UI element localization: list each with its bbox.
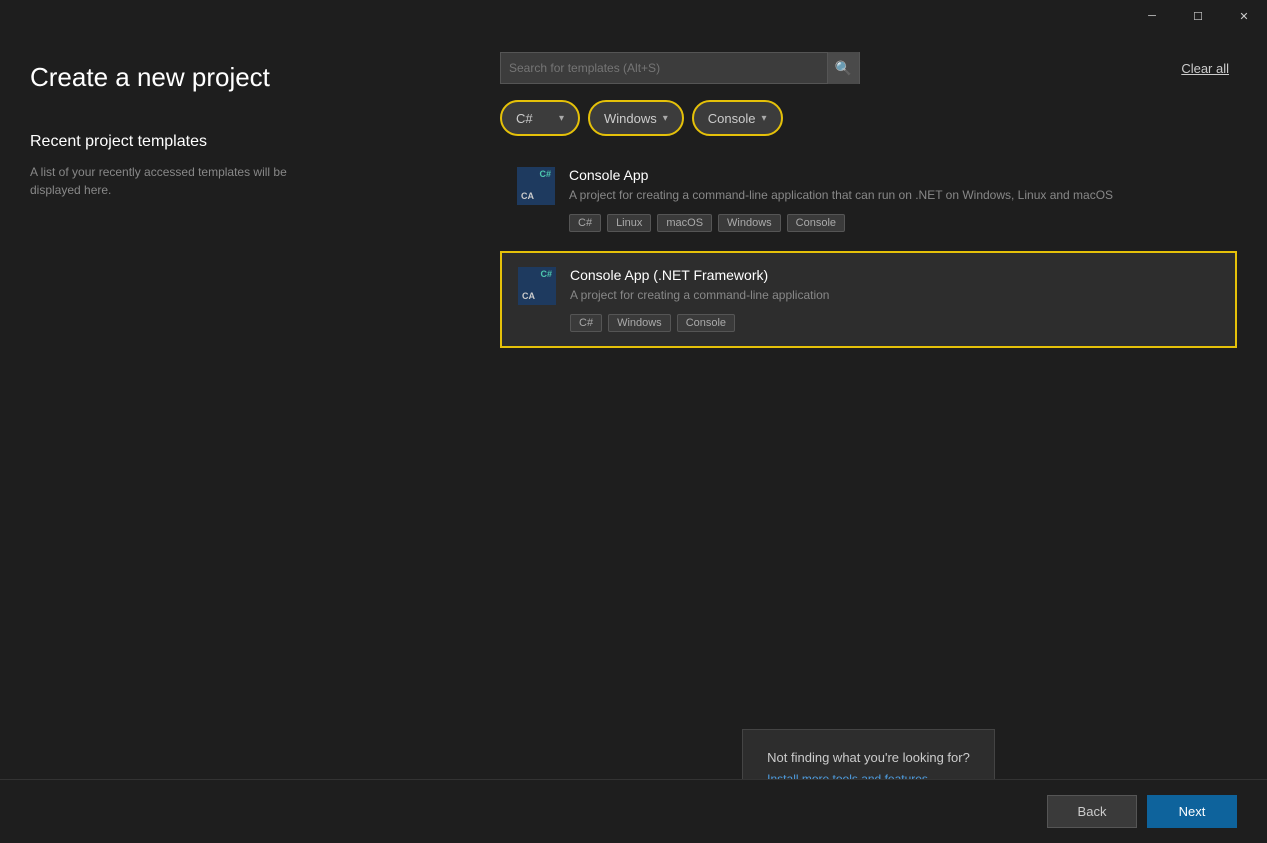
filter-row: C# ▾ Windows ▾ Console ▾	[500, 100, 1237, 136]
close-button[interactable]: ✕	[1221, 0, 1267, 32]
not-finding-title: Not finding what you're looking for?	[767, 750, 970, 765]
recent-templates-desc: A list of your recently accessed templat…	[30, 163, 310, 199]
template-item-console-app[interactable]: Console App A project for creating a com…	[500, 152, 1237, 247]
left-panel: Create a new project Recent project temp…	[0, 32, 490, 843]
recent-templates-title: Recent project templates	[30, 133, 460, 151]
template-tags-0: C# Linux macOS Windows Console	[569, 214, 1220, 232]
tag-macos-0: macOS	[657, 214, 712, 232]
tag-windows-0: Windows	[718, 214, 781, 232]
top-controls: 🔍 Clear all	[500, 52, 1237, 84]
minimize-button[interactable]: ─	[1129, 0, 1175, 32]
clear-all-button[interactable]: Clear all	[1173, 57, 1237, 80]
filter-language-label: C#	[516, 111, 533, 126]
filter-language[interactable]: C# ▾	[500, 100, 580, 136]
tag-console-0: Console	[787, 214, 845, 232]
main-layout: Create a new project Recent project temp…	[0, 0, 1267, 843]
next-button[interactable]: Next	[1147, 795, 1237, 828]
tag-linux-0: Linux	[607, 214, 651, 232]
filter-platform[interactable]: Windows ▾	[588, 100, 684, 136]
back-button[interactable]: Back	[1047, 795, 1137, 828]
template-desc-0: A project for creating a command-line ap…	[569, 187, 1220, 204]
template-info-console-framework: Console App (.NET Framework) A project f…	[570, 267, 1219, 332]
template-tags-1: C# Windows Console	[570, 314, 1219, 332]
search-input[interactable]	[501, 53, 827, 83]
template-list: Console App A project for creating a com…	[500, 152, 1237, 703]
template-desc-1: A project for creating a command-line ap…	[570, 287, 1219, 304]
filter-type-label: Console	[708, 111, 756, 126]
maximize-button[interactable]: ☐	[1175, 0, 1221, 32]
filter-platform-chevron: ▾	[663, 113, 668, 124]
template-info-console-app: Console App A project for creating a com…	[569, 167, 1220, 232]
tag-csharp-1: C#	[570, 314, 602, 332]
title-bar: ─ ☐ ✕	[1129, 0, 1267, 32]
filter-platform-label: Windows	[604, 111, 657, 126]
filter-type-chevron: ▾	[761, 113, 766, 124]
filter-language-chevron: ▾	[559, 113, 564, 124]
bottom-bar: Back Next	[0, 779, 1267, 843]
page-title: Create a new project	[30, 62, 460, 93]
search-row: 🔍	[500, 52, 860, 84]
tag-windows-1: Windows	[608, 314, 671, 332]
template-item-console-framework[interactable]: Console App (.NET Framework) A project f…	[500, 251, 1237, 348]
tag-console-1: Console	[677, 314, 735, 332]
search-box: 🔍	[500, 52, 860, 84]
filter-type[interactable]: Console ▾	[692, 100, 783, 136]
template-icon-console-framework	[518, 267, 556, 305]
search-button[interactable]: 🔍	[827, 52, 859, 84]
tag-csharp-0: C#	[569, 214, 601, 232]
template-name-1: Console App (.NET Framework)	[570, 267, 1219, 283]
template-icon-console-app	[517, 167, 555, 205]
template-name-0: Console App	[569, 167, 1220, 183]
right-panel: 🔍 Clear all C# ▾ Windows ▾ Console ▾	[490, 32, 1267, 843]
